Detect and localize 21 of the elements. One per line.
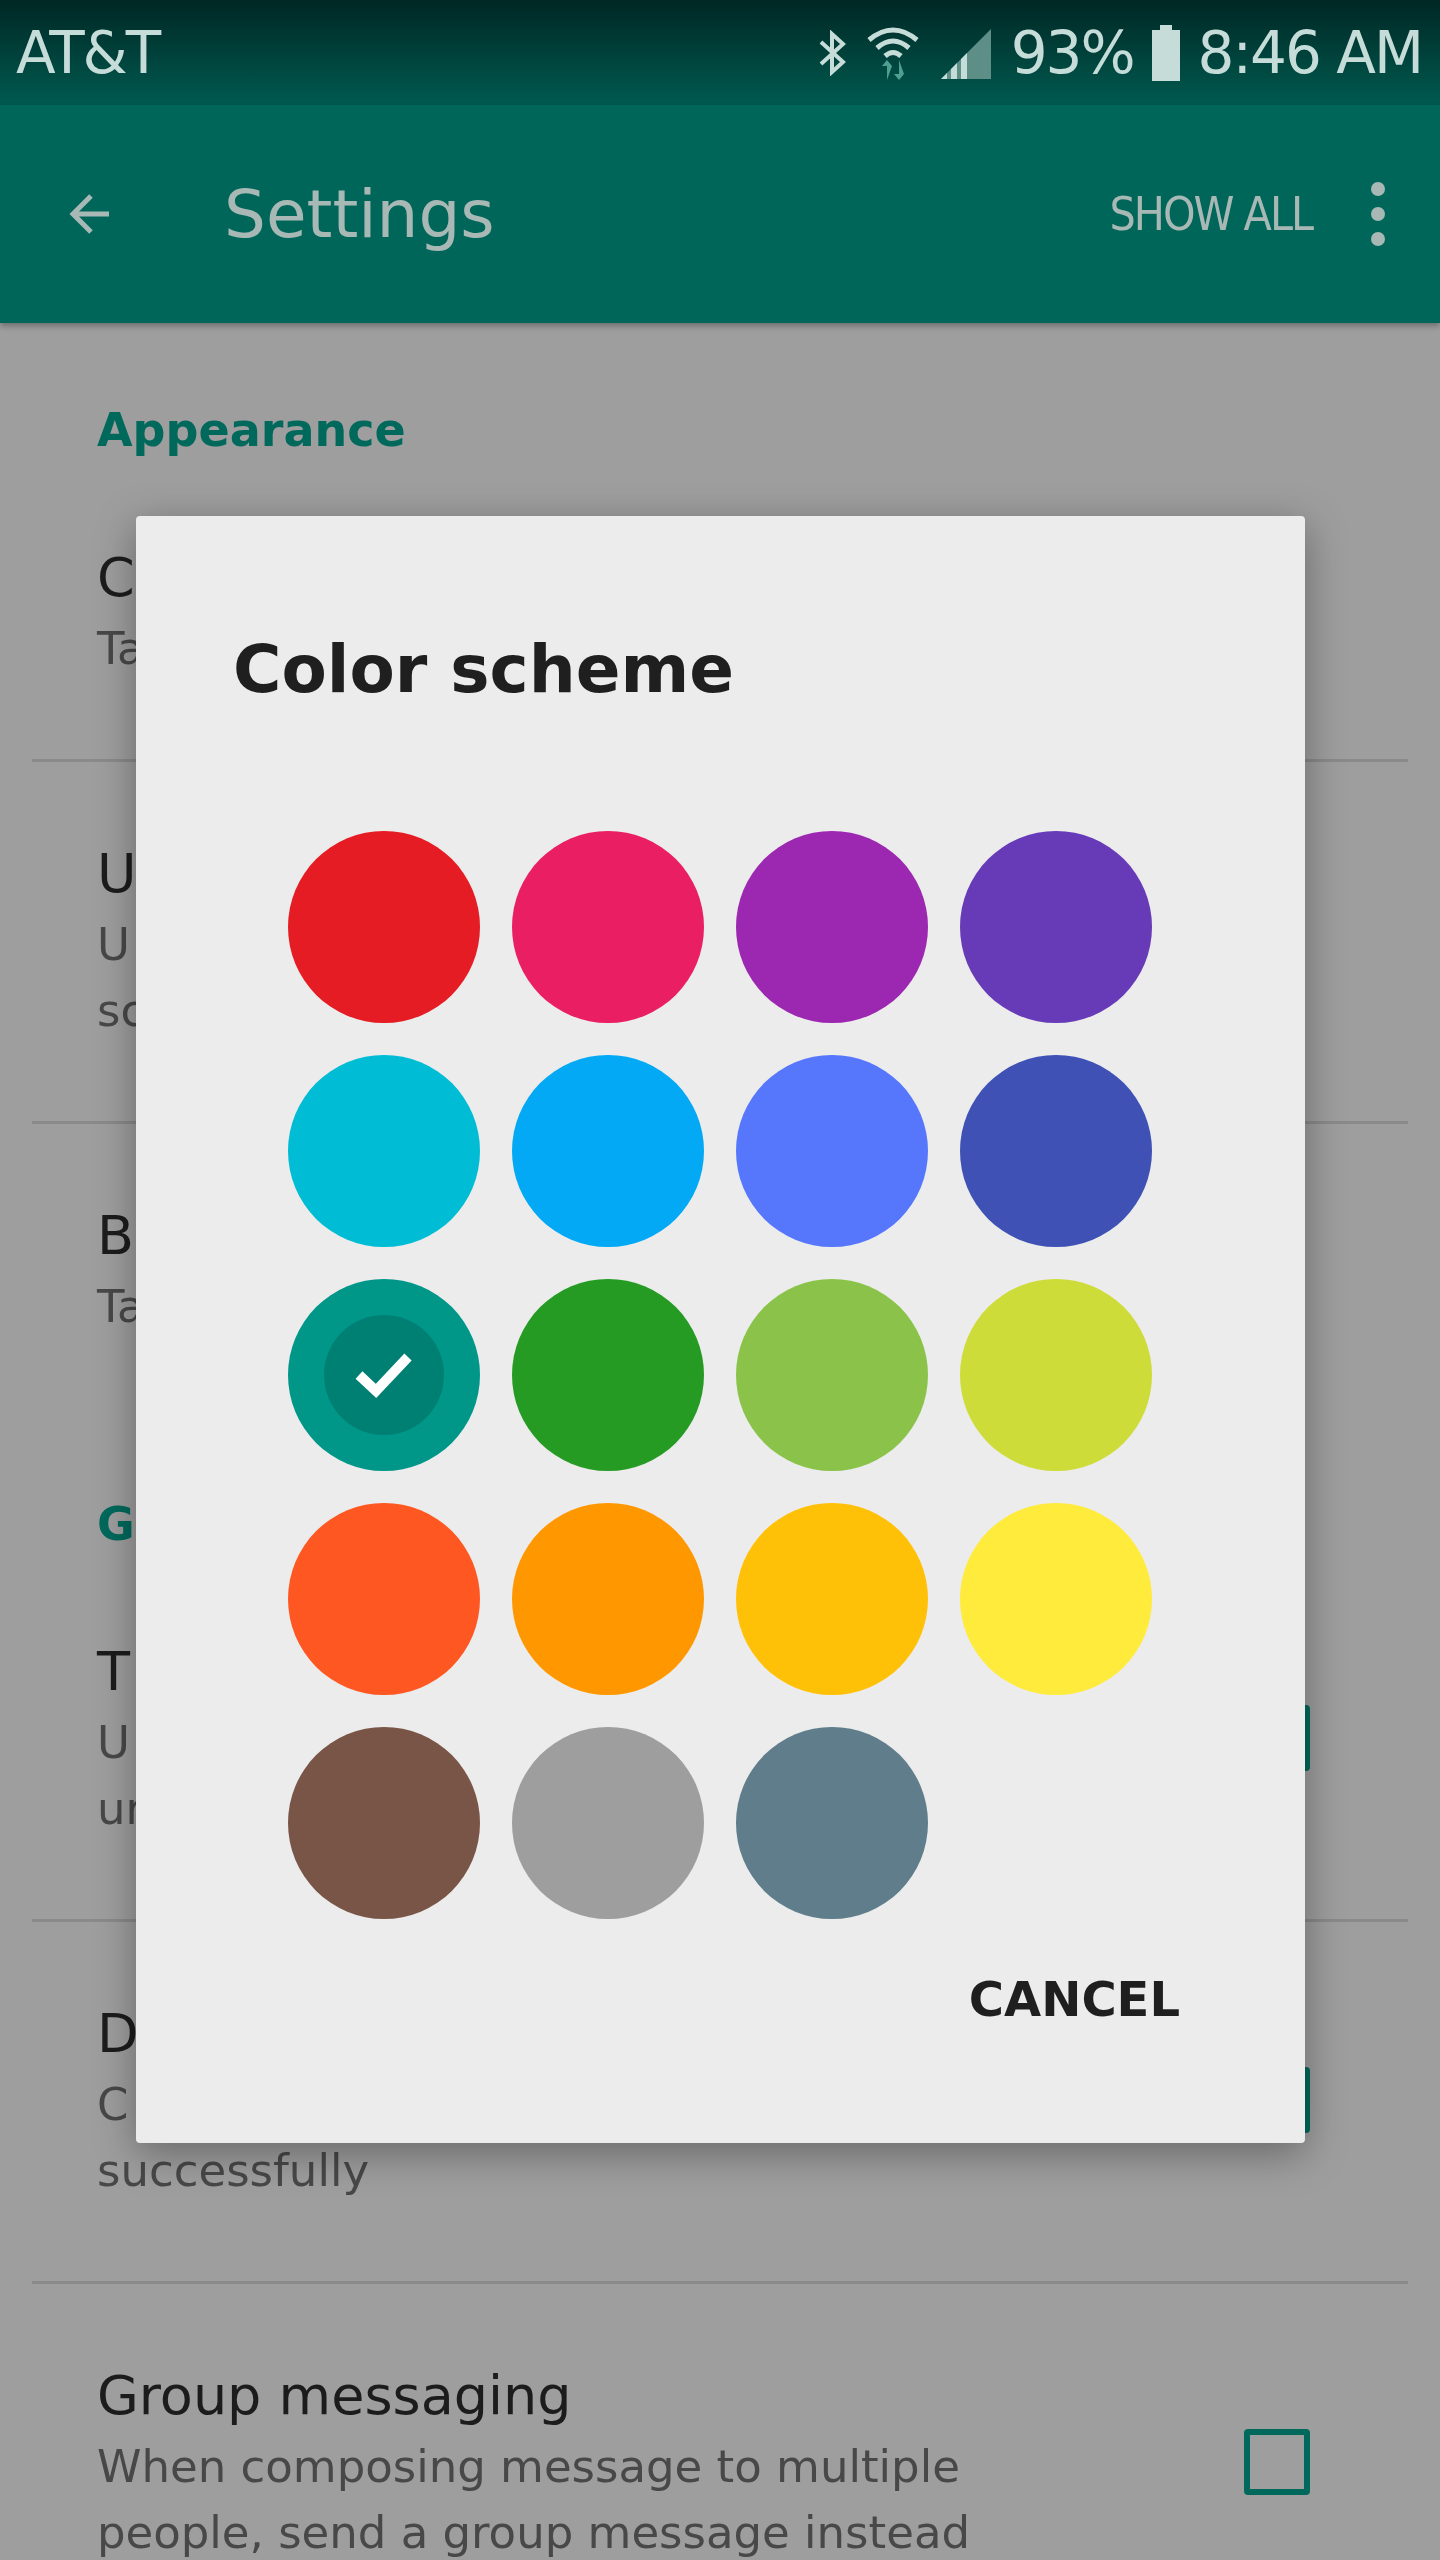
setting-title[interactable]: T	[97, 1634, 130, 1710]
setting-title[interactable]: U	[97, 836, 137, 912]
battery-percent: 93%	[1010, 18, 1134, 87]
setting-title[interactable]: D	[97, 1996, 139, 2072]
section-header: G	[96, 1496, 136, 1553]
screen-title: Settings	[224, 175, 496, 253]
setting-title[interactable]: Group messaging	[97, 2358, 572, 2434]
carrier-name: AT&T	[16, 18, 160, 87]
clock-time: 8:46 AM	[1197, 18, 1422, 87]
cancel-button[interactable]: CANCEL	[968, 1971, 1180, 2027]
setting-title[interactable]: C	[97, 540, 135, 616]
checkmark-icon	[324, 1315, 444, 1435]
battery-icon	[1151, 24, 1180, 81]
more-options-icon[interactable]	[1370, 181, 1386, 247]
checkbox[interactable]	[1244, 2429, 1310, 2495]
show-all-button[interactable]: SHOW ALL	[1109, 187, 1312, 241]
dialog-title: Color scheme	[233, 631, 735, 708]
section-header: Appearance	[96, 402, 407, 459]
setting-title[interactable]: B	[97, 1198, 135, 1274]
setting-summary: C successfully	[97, 2077, 370, 2199]
setting-summary: When composing message to multiple people, send a group message instead	[97, 2439, 971, 2560]
